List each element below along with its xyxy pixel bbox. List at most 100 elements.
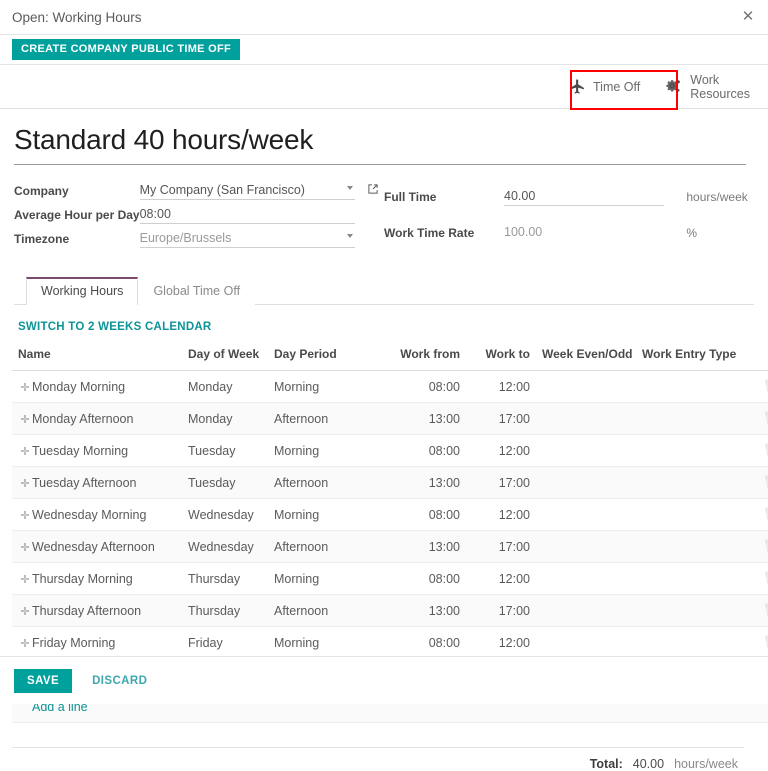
- delete-row-icon[interactable]: 🗑: [756, 371, 768, 403]
- cell-work-entry-type: [636, 467, 756, 499]
- table-row[interactable]: ✛Thursday Morning Thursday Morning 08:00…: [12, 563, 768, 595]
- table-row[interactable]: ✛Wednesday Morning Wednesday Morning 08:…: [12, 499, 768, 531]
- cell-work-entry-type: [636, 531, 756, 563]
- total-unit: hours/week: [674, 757, 738, 771]
- cell-work-from: 08:00: [368, 563, 466, 595]
- delete-row-icon[interactable]: 🗑: [756, 563, 768, 595]
- cell-work-from: 08:00: [368, 371, 466, 403]
- table-row[interactable]: ✛Tuesday Afternoon Tuesday Afternoon 13:…: [12, 467, 768, 499]
- drag-handle-icon[interactable]: ✛: [18, 381, 32, 394]
- cell-day-of-week: Wednesday: [182, 499, 268, 531]
- tab-working-hours[interactable]: Working Hours: [26, 277, 138, 305]
- cell-day-period: Afternoon: [268, 403, 368, 435]
- cell-work-from: 08:00: [368, 499, 466, 531]
- company-value-cell: My Company (San Francisco): [140, 179, 384, 203]
- cell-day-period: Morning: [268, 371, 368, 403]
- timezone-value-cell: Europe/Brussels: [140, 227, 384, 251]
- delete-row-icon[interactable]: 🗑: [756, 435, 768, 467]
- cell-work-entry-type: [636, 563, 756, 595]
- cogs-icon: [664, 78, 683, 96]
- drag-handle-icon[interactable]: ✛: [18, 413, 32, 426]
- column-header-work-to[interactable]: Work to: [466, 343, 536, 371]
- drag-handle-icon[interactable]: ✛: [18, 541, 32, 554]
- company-value: My Company (San Francisco): [140, 183, 305, 197]
- drag-handle-icon[interactable]: ✛: [18, 637, 32, 650]
- table-row[interactable]: ✛Monday Afternoon Monday Afternoon 13:00…: [12, 403, 768, 435]
- modal-footer: SAVE DISCARD: [0, 656, 768, 704]
- drag-handle-icon[interactable]: ✛: [18, 445, 32, 458]
- cell-name: Wednesday Afternoon: [32, 540, 155, 554]
- cell-work-from: 13:00: [368, 467, 466, 499]
- optional-columns-icon[interactable]: ⋮: [756, 343, 768, 371]
- column-header-day-period[interactable]: Day Period: [268, 343, 368, 371]
- table-row[interactable]: ✛Thursday Afternoon Thursday Afternoon 1…: [12, 595, 768, 627]
- full-time-value: 40.00: [504, 189, 535, 203]
- form-column-right: Full Time 40.00 hours/week Work Time Rat…: [384, 179, 754, 251]
- company-field[interactable]: My Company (San Francisco): [140, 182, 355, 200]
- delete-row-icon[interactable]: 🗑: [756, 595, 768, 627]
- work-time-rate-field: 100.00: [504, 224, 664, 242]
- table-row[interactable]: ✛Friday Morning Friday Morning 08:00 12:…: [12, 627, 768, 659]
- drag-handle-icon[interactable]: ✛: [18, 477, 32, 490]
- average-hour-per-day-field[interactable]: 08:00: [140, 206, 355, 224]
- cell-week-even-odd: [536, 403, 636, 435]
- cell-day-of-week: Monday: [182, 403, 268, 435]
- work-resources-line2: Resources: [690, 87, 750, 101]
- tab-global-time-off[interactable]: Global Time Off: [138, 277, 255, 305]
- save-button[interactable]: SAVE: [14, 669, 72, 693]
- table-row[interactable]: ✛Monday Morning Monday Morning 08:00 12:…: [12, 371, 768, 403]
- row-name-cell: ✛Wednesday Morning: [12, 499, 182, 531]
- cell-name: Monday Afternoon: [32, 412, 133, 426]
- cell-name: Friday Morning: [32, 636, 115, 650]
- delete-row-icon[interactable]: 🗑: [756, 531, 768, 563]
- cell-work-to: 12:00: [466, 627, 536, 659]
- close-icon[interactable]: ✕: [738, 7, 758, 27]
- cell-day-of-week: Tuesday: [182, 467, 268, 499]
- drag-handle-icon[interactable]: ✛: [18, 509, 32, 522]
- drag-handle-icon[interactable]: ✛: [18, 605, 32, 618]
- cell-work-to: 12:00: [466, 563, 536, 595]
- column-header-name[interactable]: Name: [12, 343, 182, 371]
- column-header-day-of-week[interactable]: Day of Week: [182, 343, 268, 371]
- chevron-down-icon[interactable]: [347, 186, 353, 190]
- delete-row-icon[interactable]: 🗑: [756, 627, 768, 659]
- full-time-field[interactable]: 40.00: [504, 188, 664, 206]
- drag-handle-icon[interactable]: ✛: [18, 573, 32, 586]
- cell-work-to: 17:00: [466, 531, 536, 563]
- table-row[interactable]: ✛Wednesday Afternoon Wednesday Afternoon…: [12, 531, 768, 563]
- cell-work-from: 13:00: [368, 403, 466, 435]
- work-time-rate-label: Work Time Rate: [384, 215, 504, 251]
- cell-week-even-odd: [536, 595, 636, 627]
- switch-to-2-weeks-calendar-button[interactable]: SWITCH TO 2 WEEKS CALENDAR: [12, 305, 212, 343]
- stat-button-time-off[interactable]: Time Off: [557, 68, 652, 106]
- external-link-icon[interactable]: [367, 183, 379, 198]
- average-hour-per-day-value-cell: 08:00: [140, 203, 384, 227]
- column-header-week-even-odd[interactable]: Week Even/Odd: [536, 343, 636, 371]
- cell-day-period: Morning: [268, 627, 368, 659]
- discard-button[interactable]: DISCARD: [90, 669, 149, 693]
- delete-row-icon[interactable]: 🗑: [756, 403, 768, 435]
- cell-day-period: Morning: [268, 435, 368, 467]
- row-name-cell: ✛Monday Morning: [12, 371, 182, 403]
- cell-day-period: Afternoon: [268, 595, 368, 627]
- column-header-work-entry-type[interactable]: Work Entry Type: [636, 343, 756, 371]
- cell-day-of-week: Friday: [182, 627, 268, 659]
- field-row-average-hour-per-day: Average Hour per Day 08:00: [14, 203, 384, 227]
- delete-row-icon[interactable]: 🗑: [756, 499, 768, 531]
- stat-button-time-off-label: Time Off: [593, 80, 640, 94]
- delete-row-icon[interactable]: 🗑: [756, 467, 768, 499]
- cell-work-from: 13:00: [368, 595, 466, 627]
- create-company-public-time-off-button[interactable]: CREATE COMPANY PUBLIC TIME OFF: [12, 39, 240, 60]
- cell-work-to: 12:00: [466, 371, 536, 403]
- cell-week-even-odd: [536, 371, 636, 403]
- cell-work-from: 08:00: [368, 435, 466, 467]
- stat-button-work-resources[interactable]: Work Resources: [652, 68, 762, 106]
- column-header-work-from[interactable]: Work from: [368, 343, 466, 371]
- chevron-down-icon[interactable]: [347, 234, 353, 238]
- cell-week-even-odd: [536, 467, 636, 499]
- cell-week-even-odd: [536, 531, 636, 563]
- row-name-cell: ✛Thursday Afternoon: [12, 595, 182, 627]
- table-row[interactable]: ✛Tuesday Morning Tuesday Morning 08:00 1…: [12, 435, 768, 467]
- timezone-field[interactable]: Europe/Brussels: [140, 230, 355, 248]
- timezone-value: Europe/Brussels: [140, 231, 232, 245]
